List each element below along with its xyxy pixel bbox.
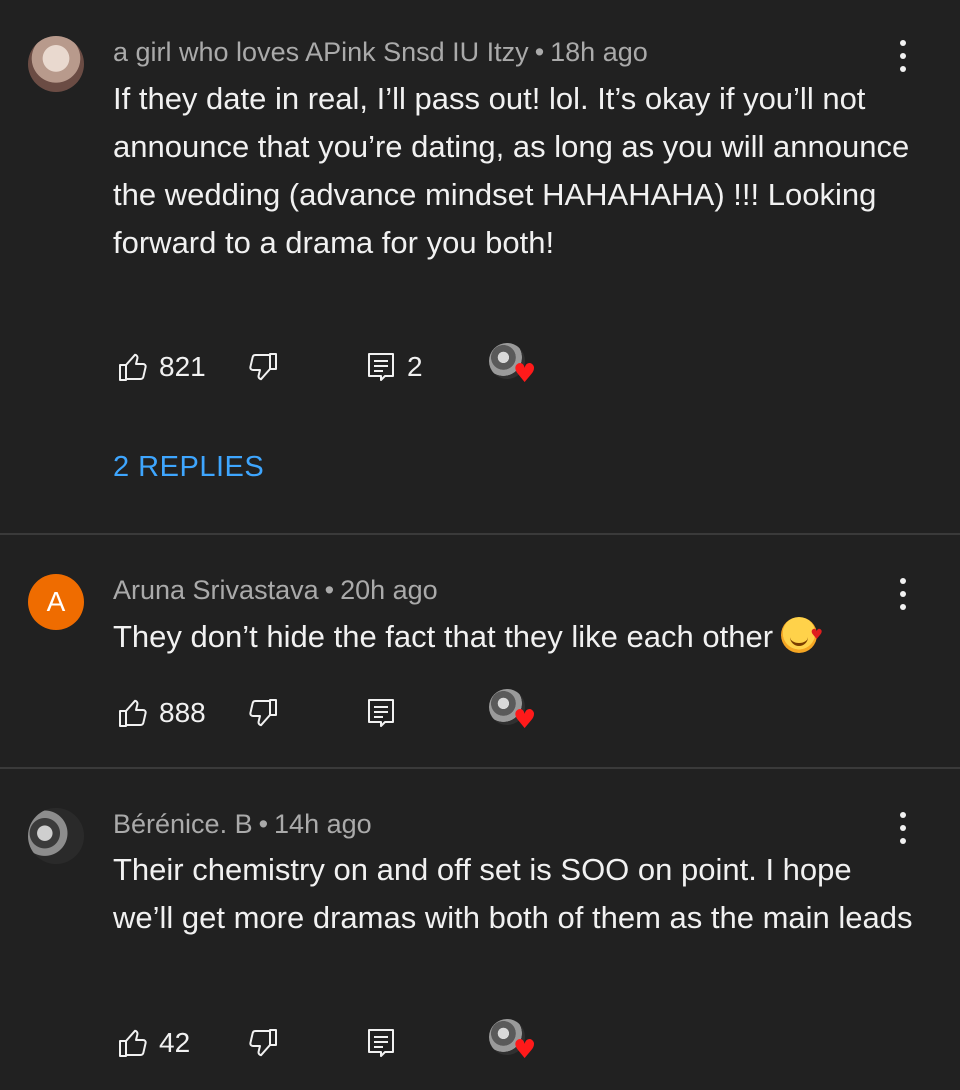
reply-button[interactable] — [365, 1023, 397, 1063]
comment-actions: 42 ♥ — [113, 1019, 673, 1063]
like-icon — [119, 699, 147, 727]
comment-text: If they date in real, I’ll pass out! lol… — [113, 81, 910, 260]
comment-actions: 821 2 ♥ — [113, 343, 673, 387]
dislike-icon — [249, 353, 277, 381]
comment-text-container: They don’t hide the fact that they like … — [113, 611, 918, 661]
comment-meta: a girl who loves APink Snsd IU Itzy • 18h … — [113, 37, 648, 68]
author-name[interactable]: Aruna Srivastava — [113, 575, 319, 605]
reply-count: 2 — [407, 351, 423, 382]
reply-button[interactable] — [365, 693, 397, 733]
like-count: 821 — [159, 351, 206, 382]
like-button[interactable]: 888 — [117, 693, 206, 733]
comment-meta: Aruna Srivastava • 20h ago — [113, 575, 438, 606]
like-button[interactable]: 821 — [117, 347, 206, 387]
dislike-button[interactable] — [247, 347, 279, 387]
dot-separator: • — [324, 575, 335, 605]
dot-separator: • — [534, 37, 545, 67]
divider — [0, 533, 960, 535]
comment-time[interactable]: 18h ago — [550, 37, 648, 67]
comment-time[interactable]: 20h ago — [340, 575, 438, 605]
dislike-button[interactable] — [247, 1023, 279, 1063]
avatar[interactable] — [28, 36, 84, 92]
comment-text: Their chemistry on and off set is SOO on… — [113, 852, 913, 935]
view-replies-button[interactable]: 2 REPLIES — [113, 451, 264, 484]
reply-icon — [368, 1029, 394, 1057]
reply-icon — [368, 353, 394, 381]
comment-time[interactable]: 14h ago — [274, 809, 372, 839]
avatar[interactable]: A — [28, 574, 84, 630]
avatar[interactable] — [28, 808, 84, 864]
more-options-icon[interactable] — [893, 40, 913, 72]
more-options-icon[interactable] — [893, 812, 913, 844]
comment-meta: Bérénice. B • 14h ago — [113, 809, 372, 840]
like-count: 888 — [159, 697, 206, 728]
comment-text: They don’t hide the fact that they like … — [113, 619, 774, 654]
like-icon — [119, 353, 147, 381]
like-button[interactable]: 42 — [117, 1023, 190, 1063]
creator-heart-icon: ♥ — [489, 1019, 536, 1063]
reply-button[interactable]: 2 — [365, 347, 423, 387]
smiling-face-with-hearts-icon — [781, 611, 823, 659]
like-count: 42 — [159, 1027, 191, 1058]
creator-heart-icon: ♥ — [489, 343, 536, 387]
dislike-icon — [249, 1029, 277, 1057]
divider — [0, 767, 960, 769]
reply-icon — [368, 699, 394, 727]
dislike-icon — [249, 699, 277, 727]
dot-separator: • — [258, 809, 269, 839]
more-options-icon[interactable] — [893, 578, 913, 610]
comment-actions: 888 ♥ — [113, 689, 673, 733]
author-name[interactable]: Bérénice. B — [113, 809, 253, 839]
like-icon — [119, 1029, 147, 1057]
author-name[interactable]: a girl who loves APink Snsd IU Itzy — [113, 37, 529, 67]
dislike-button[interactable] — [247, 693, 279, 733]
creator-heart-icon: ♥ — [489, 689, 536, 733]
